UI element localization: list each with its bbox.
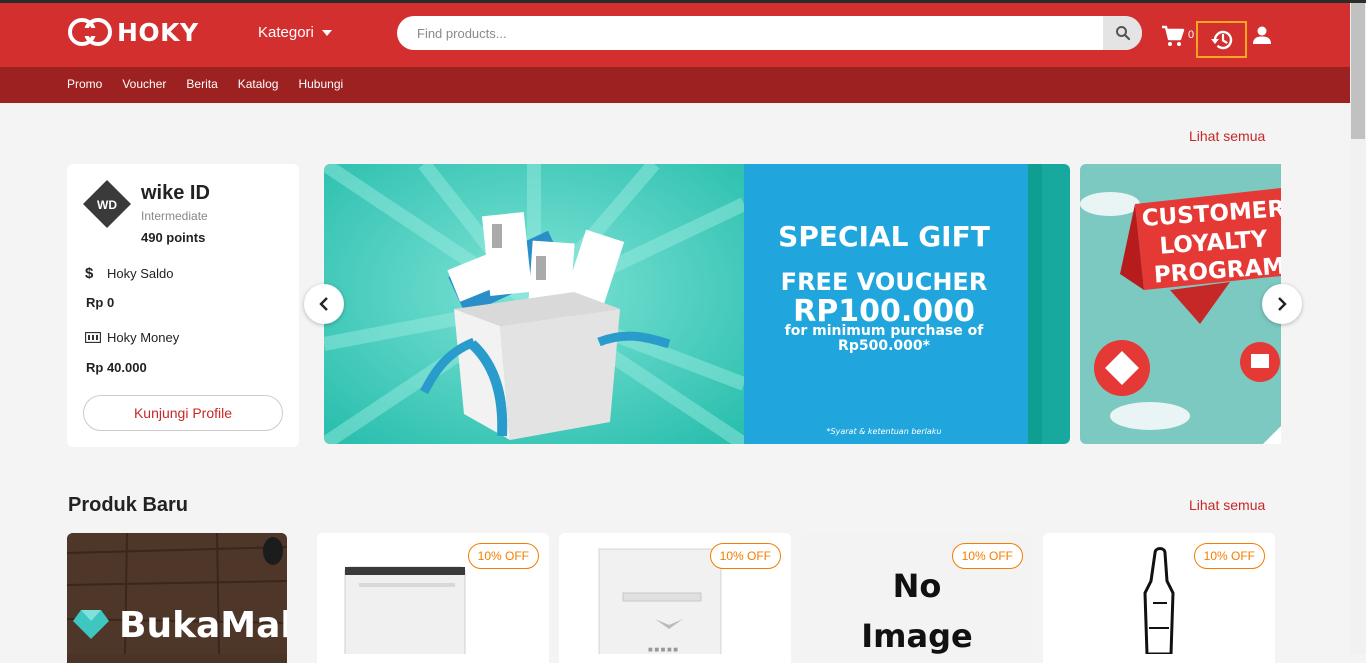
nav-berita[interactable]: Berita bbox=[186, 77, 217, 91]
product-card-3[interactable]: No Image 10% OFF bbox=[801, 533, 1033, 663]
banner-special-gift[interactable]: SPECIAL GIFT FREE VOUCHER RP100.000 for … bbox=[324, 164, 1070, 444]
search-bar bbox=[397, 16, 1142, 50]
svg-text:■ ■ ■ ■ ■: ■ ■ ■ ■ ■ bbox=[648, 647, 678, 653]
saldo-row: $ Hoky Saldo bbox=[85, 265, 173, 282]
cart-count: 0 bbox=[1188, 29, 1195, 41]
nav-promo[interactable]: Promo bbox=[67, 77, 102, 91]
product-card-1[interactable]: 10% OFF bbox=[317, 533, 549, 663]
see-all-banners-link[interactable]: Lihat semua bbox=[1189, 128, 1265, 144]
banner-line1: FREE VOUCHER bbox=[781, 268, 988, 296]
nav-voucher[interactable]: Voucher bbox=[122, 77, 166, 91]
banner-title: SPECIAL GIFT bbox=[778, 220, 990, 253]
chevron-left-icon bbox=[319, 297, 328, 311]
product-card-2[interactable]: ■ ■ ■ ■ ■ 10% OFF bbox=[559, 533, 791, 663]
banner-loyalty-program[interactable]: CUSTOMER LOYALTY PROGRAM bbox=[1080, 164, 1281, 444]
discount-badge: 10% OFF bbox=[467, 543, 539, 569]
kategori-label: Kategori bbox=[258, 24, 314, 41]
dollar-icon: $ bbox=[85, 265, 94, 282]
banner-line3: for minimum purchase of bbox=[785, 323, 985, 339]
money-icon bbox=[85, 332, 101, 343]
banner-special-gift-art: SPECIAL GIFT FREE VOUCHER RP100.000 for … bbox=[324, 164, 1070, 444]
bukamall-image: BukaMall bbox=[67, 533, 287, 655]
nav-katalog[interactable]: Katalog bbox=[238, 77, 279, 91]
see-all-products-link[interactable]: Lihat semua bbox=[1189, 497, 1265, 513]
cart-button[interactable]: 0 bbox=[1161, 25, 1194, 47]
caret-down-icon bbox=[321, 29, 332, 36]
history-icon bbox=[1210, 30, 1232, 49]
scrollbar-thumb[interactable] bbox=[1351, 3, 1365, 139]
history-button[interactable] bbox=[1196, 21, 1247, 58]
visit-profile-button[interactable]: Kunjungi Profile bbox=[83, 395, 283, 431]
new-products-title: Produk Baru bbox=[68, 494, 189, 516]
avatar: WD bbox=[83, 180, 131, 228]
profile-name: wike ID bbox=[141, 182, 210, 204]
banner-footnote: *Syarat & ketentuan berlaku bbox=[827, 427, 942, 436]
user-icon bbox=[1253, 26, 1271, 44]
bukamall-text: BukaMall bbox=[119, 605, 287, 646]
product-card-4[interactable]: 10% OFF bbox=[1043, 533, 1275, 663]
banner-loyalty-art: CUSTOMER LOYALTY PROGRAM bbox=[1080, 164, 1281, 444]
logo-icon bbox=[68, 18, 112, 46]
profile-card: WD wike ID Intermediate 490 points $ Hok… bbox=[67, 164, 299, 447]
carousel-next-button[interactable] bbox=[1262, 284, 1302, 324]
svg-text:WD: WD bbox=[97, 198, 117, 212]
logo-text: HOKY bbox=[117, 17, 199, 47]
money-value: Rp 40.000 bbox=[86, 360, 147, 375]
kategori-dropdown[interactable]: Kategori bbox=[258, 24, 332, 41]
account-button[interactable] bbox=[1252, 26, 1272, 49]
nav-hubungi[interactable]: Hubungi bbox=[298, 77, 343, 91]
profile-level: Intermediate bbox=[141, 209, 208, 223]
hoky-logo[interactable]: HOKY bbox=[67, 17, 199, 47]
search-input[interactable] bbox=[397, 16, 1103, 50]
search-button[interactable] bbox=[1103, 16, 1142, 50]
saldo-value: Rp 0 bbox=[86, 295, 115, 310]
cart-icon bbox=[1162, 25, 1185, 46]
profile-points: 490 points bbox=[141, 230, 206, 245]
chevron-right-icon bbox=[1278, 297, 1287, 311]
no-image-line2: Image bbox=[861, 617, 973, 655]
product-card-bukamall[interactable]: BukaMall bbox=[67, 533, 287, 663]
saldo-label: Hoky Saldo bbox=[107, 266, 174, 281]
money-row: Hoky Money bbox=[85, 330, 179, 345]
money-label: Hoky Money bbox=[107, 330, 180, 345]
subnav-links: Promo Voucher Berita Katalog Hubungi bbox=[67, 77, 363, 91]
discount-badge: 10% OFF bbox=[1193, 543, 1265, 569]
carousel-prev-button[interactable] bbox=[304, 284, 344, 324]
no-image-line1: No bbox=[892, 567, 942, 605]
discount-badge: 10% OFF bbox=[951, 543, 1023, 569]
discount-badge: 10% OFF bbox=[709, 543, 781, 569]
search-icon bbox=[1115, 26, 1130, 41]
banner-line4: Rp500.000* bbox=[838, 338, 931, 354]
